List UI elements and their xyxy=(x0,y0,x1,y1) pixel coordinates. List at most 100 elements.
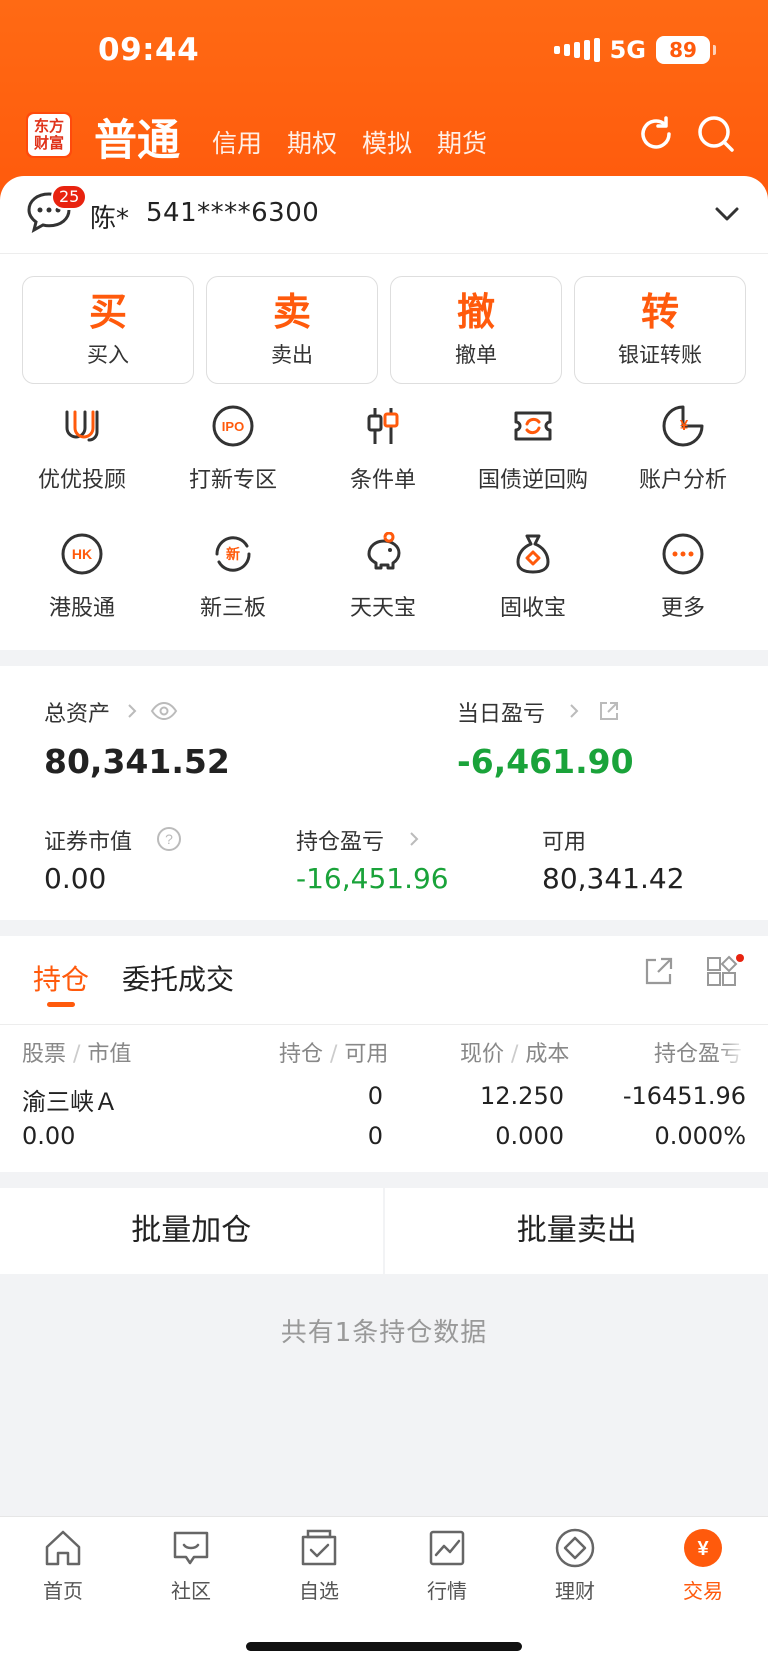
nav-market[interactable]: 行情 xyxy=(397,1527,497,1604)
daily-pl-label[interactable]: 当日盈亏 xyxy=(457,696,545,728)
battery-icon: 89 xyxy=(656,36,716,64)
new-board-icon: 新 xyxy=(215,536,251,572)
candlestick-icon xyxy=(367,408,399,444)
ipo-icon: IPO xyxy=(212,405,254,447)
tab-holdings[interactable]: 持仓 xyxy=(33,958,89,998)
stock-pl: -16451.96 xyxy=(622,1082,746,1110)
chevron-down-icon[interactable] xyxy=(714,204,740,224)
grid-item-account-analysis[interactable]: ¥ 账户分析 xyxy=(608,404,758,494)
nav-label: 自选 xyxy=(299,1579,339,1603)
share-icon[interactable] xyxy=(598,700,620,722)
search-icon[interactable] xyxy=(696,114,736,154)
buy-button[interactable]: 买 买入 xyxy=(22,276,194,384)
nav-label: 交易 xyxy=(683,1579,723,1603)
daily-pl-value: -6,461.90 xyxy=(457,742,634,781)
nav-watchlist[interactable]: 自选 xyxy=(269,1527,369,1604)
nav-label: 理财 xyxy=(555,1579,595,1603)
market-value: 0.00 xyxy=(44,862,107,895)
eye-icon[interactable] xyxy=(150,700,178,722)
tab-normal[interactable]: 普通 xyxy=(94,106,180,168)
community-icon xyxy=(173,1531,209,1565)
chevron-right-icon[interactable] xyxy=(126,702,138,720)
total-assets-label[interactable]: 总资产 xyxy=(44,696,110,728)
stock-market-value: 0.00 xyxy=(22,1122,76,1150)
share-icon[interactable] xyxy=(644,956,674,986)
grid-item-more[interactable]: 更多 xyxy=(608,532,758,622)
col-header-price: 现价 / 成本 xyxy=(460,1042,570,1067)
grid-label: 固收宝 xyxy=(499,596,566,621)
refresh-icon[interactable] xyxy=(636,114,676,154)
status-indicators: 5G 89 xyxy=(553,36,716,64)
home-indicator xyxy=(246,1642,522,1651)
grid-item-conditional-order[interactable]: 条件单 xyxy=(308,404,458,494)
svg-text:¥: ¥ xyxy=(697,1538,709,1560)
transfer-button[interactable]: 转 银证转账 xyxy=(574,276,746,384)
batch-sell-button[interactable]: 批量卖出 xyxy=(385,1188,768,1274)
tab-futures[interactable]: 期货 xyxy=(437,124,487,160)
cancel-order-button[interactable]: 撤 撤单 xyxy=(390,276,562,384)
grid-label: 港股通 xyxy=(48,596,115,621)
grid-item-hk-connect[interactable]: HK 港股通 xyxy=(7,532,157,622)
tab-simulation[interactable]: 模拟 xyxy=(362,124,412,160)
sell-glyph: 卖 xyxy=(272,290,311,334)
positions-panel: 持仓 委托成交 股票 / 市值 持仓 / 可用 现价 / 成本 持仓盈亏 渝三峡… xyxy=(0,936,768,1172)
market-value-label: 证券市值 xyxy=(44,830,133,855)
account-analysis-icon: ¥ xyxy=(662,405,704,447)
sell-button[interactable]: 卖 卖出 xyxy=(206,276,378,384)
tab-options[interactable]: 期权 xyxy=(287,124,337,160)
batch-add-button[interactable]: 批量加仓 xyxy=(0,1188,383,1274)
available-value: 80,341.42 xyxy=(542,862,685,895)
trade-actions-panel: 买 买入 卖 卖出 撤 撤单 转 银证转账 优优投顾 IPO 打新专区 条件单 … xyxy=(0,254,768,650)
assets-panel: 总资产 80,341.52 当日盈亏 -6,461.90 证券市值 ? 0.00… xyxy=(0,666,768,920)
stock-pl-pct: 0.000% xyxy=(654,1122,746,1150)
account-bar[interactable]: 25 陈* 541****6300 xyxy=(0,176,768,254)
grid-label: 优优投顾 xyxy=(37,468,126,493)
grid-item-fixed-income[interactable]: 固收宝 xyxy=(458,532,608,622)
svg-text:新: 新 xyxy=(226,546,240,563)
chevron-right-icon[interactable] xyxy=(408,830,420,848)
advisor-icon xyxy=(65,410,99,442)
chevron-right-icon[interactable] xyxy=(568,702,580,720)
active-tab-indicator xyxy=(47,1002,75,1007)
svg-text:HK: HK xyxy=(72,546,92,562)
grid-label: 新三板 xyxy=(199,596,266,621)
cancel-label: 撤单 xyxy=(455,343,497,367)
col-cost: 成本 xyxy=(525,1042,570,1067)
tab-orders[interactable]: 委托成交 xyxy=(122,958,234,998)
account-type-tabs: 信用 期权 模拟 期货 xyxy=(212,124,487,160)
col-holding: 持仓 xyxy=(279,1042,324,1067)
grid-item-advisor[interactable]: 优优投顾 xyxy=(7,404,157,494)
tab-credit[interactable]: 信用 xyxy=(212,124,262,160)
wealth-icon xyxy=(555,1528,595,1568)
nav-label: 行情 xyxy=(427,1579,467,1603)
stock-cost: 0.000 xyxy=(495,1122,564,1150)
col-holding-pl: 持仓盈亏 xyxy=(654,1042,743,1067)
batch-actions: 批量加仓 批量卖出 xyxy=(0,1188,768,1274)
grid-item-bond-repo[interactable]: 国债逆回购 xyxy=(458,404,608,494)
grid-label: 账户分析 xyxy=(638,468,727,493)
available-label: 可用 xyxy=(542,830,587,855)
holding-pl-value: -16,451.96 xyxy=(296,862,449,895)
grid-item-ipo[interactable]: IPO 打新专区 xyxy=(158,404,308,494)
holding-pl-label[interactable]: 持仓盈亏 xyxy=(296,824,384,856)
bond-repo-icon xyxy=(514,411,552,441)
nav-trade[interactable]: ¥ 交易 xyxy=(653,1527,753,1604)
total-assets-value: 80,341.52 xyxy=(44,742,230,781)
help-icon[interactable]: ? xyxy=(156,826,182,852)
app-logo: 东方 财富 xyxy=(26,112,72,158)
col-header-holding: 持仓 / 可用 xyxy=(279,1042,389,1067)
transfer-label: 银证转账 xyxy=(618,343,702,367)
nav-community[interactable]: 社区 xyxy=(141,1527,241,1604)
nav-wealth[interactable]: 理财 xyxy=(525,1527,625,1604)
status-time: 09:44 xyxy=(98,32,200,68)
nav-home[interactable]: 首页 xyxy=(13,1527,113,1604)
grid-layout-icon[interactable] xyxy=(706,954,744,988)
grid-label: 国债逆回购 xyxy=(477,468,588,493)
grid-item-new-third-board[interactable]: 新 新三板 xyxy=(158,532,308,622)
grid-label: 条件单 xyxy=(349,468,416,493)
money-bag-icon xyxy=(516,534,550,574)
sell-label: 卖出 xyxy=(271,343,313,367)
grid-item-tiantianbao[interactable]: 天天宝 xyxy=(308,532,458,622)
grid-label: 打新专区 xyxy=(188,468,277,493)
nav-label: 首页 xyxy=(43,1579,83,1603)
